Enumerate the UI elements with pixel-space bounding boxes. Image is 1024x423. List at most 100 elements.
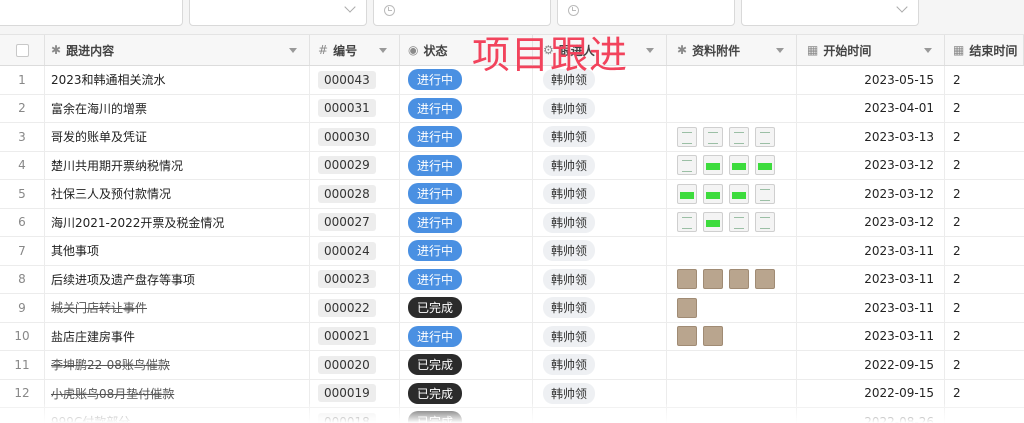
- row-status-cell[interactable]: 进行中: [400, 208, 533, 236]
- attachment-thumbnail[interactable]: [677, 155, 697, 176]
- row-code-cell[interactable]: 000030: [310, 123, 400, 151]
- attachment-thumbnail[interactable]: [703, 126, 723, 147]
- row-code-cell[interactable]: 000022: [310, 294, 400, 322]
- row-attachments-cell[interactable]: [667, 151, 797, 179]
- row-attachments-cell[interactable]: [667, 351, 797, 379]
- row-content-cell[interactable]: 哥发的账单及凭证: [45, 123, 310, 151]
- row-person-cell[interactable]: 韩帅领: [533, 237, 667, 265]
- row-status-cell[interactable]: 已完成: [400, 351, 533, 379]
- filter-select-2[interactable]: [741, 0, 919, 26]
- row-person-cell[interactable]: 韩帅领: [533, 151, 667, 179]
- table-row[interactable]: 10 盐店庄建房事件 000021 进行中 韩帅领 2023-03-11 2: [0, 322, 1024, 351]
- row-status-cell[interactable]: 进行中: [400, 265, 533, 293]
- row-attachments-cell[interactable]: [667, 379, 797, 407]
- attachment-thumbnail[interactable]: [703, 155, 723, 176]
- row-person-cell[interactable]: 韩帅领: [533, 322, 667, 350]
- row-status-cell[interactable]: 进行中: [400, 123, 533, 151]
- row-status-cell[interactable]: 已完成: [400, 379, 533, 407]
- sort-dropdown-icon[interactable]: [289, 48, 297, 53]
- table-row[interactable]: 9 城关门店转让事件 000022 已完成 韩帅领 2023-03-11 2: [0, 294, 1024, 323]
- row-code-cell[interactable]: 000019: [310, 379, 400, 407]
- row-attachments-cell[interactable]: [667, 180, 797, 208]
- row-person-cell[interactable]: 韩帅领: [533, 265, 667, 293]
- row-content-cell[interactable]: 海川2021-2022开票及税金情况: [45, 208, 310, 236]
- row-content-cell[interactable]: 城关门店转让事件: [45, 294, 310, 322]
- row-code-cell[interactable]: 000023: [310, 265, 400, 293]
- attachment-thumbnail[interactable]: [703, 183, 723, 204]
- row-status-cell[interactable]: 进行中: [400, 237, 533, 265]
- table-row[interactable]: 2 富余在海川的增票 000031 进行中 韩帅领 2023-04-01 2: [0, 94, 1024, 123]
- attachment-thumbnail[interactable]: [755, 183, 775, 204]
- row-person-cell[interactable]: 韩帅领: [533, 94, 667, 122]
- attachment-thumbnail[interactable]: [755, 269, 775, 290]
- row-content-cell[interactable]: 李坤鹏22-08账鸟催款: [45, 351, 310, 379]
- row-content-cell[interactable]: 社保三人及预付款情况: [45, 180, 310, 208]
- table-row[interactable]: 11 李坤鹏22-08账鸟催款 000020 已完成 韩帅领 2022-09-15 2: [0, 351, 1024, 380]
- table-row[interactable]: 6 海川2021-2022开票及税金情况 000027 进行中 韩帅领 2023-03-1…: [0, 208, 1024, 237]
- sort-dropdown-icon[interactable]: [924, 48, 932, 53]
- row-code-cell[interactable]: 000031: [310, 94, 400, 122]
- row-status-cell[interactable]: 进行中: [400, 180, 533, 208]
- attachment-thumbnail[interactable]: [729, 212, 749, 233]
- attachment-thumbnail[interactable]: [755, 212, 775, 233]
- column-header-attachments[interactable]: ✱ 资料附件: [667, 35, 797, 65]
- row-code-cell[interactable]: 000021: [310, 322, 400, 350]
- row-attachments-cell[interactable]: [667, 322, 797, 350]
- row-person-cell[interactable]: 韩帅领: [533, 123, 667, 151]
- row-attachments-cell[interactable]: [667, 294, 797, 322]
- row-attachments-cell[interactable]: [667, 66, 797, 94]
- column-header-start[interactable]: ▦ 开始时间: [797, 35, 945, 65]
- row-status-cell[interactable]: 进行中: [400, 151, 533, 179]
- attachment-thumbnail[interactable]: [755, 155, 775, 176]
- attachment-thumbnail[interactable]: [729, 183, 749, 204]
- row-person-cell[interactable]: 韩帅领: [533, 294, 667, 322]
- row-person-cell[interactable]: 韩帅领: [533, 351, 667, 379]
- row-code-cell[interactable]: 000020: [310, 351, 400, 379]
- sort-dropdown-icon[interactable]: [379, 48, 387, 53]
- attachment-thumbnail[interactable]: [703, 269, 723, 290]
- attachment-thumbnail[interactable]: [677, 183, 697, 204]
- column-header-code[interactable]: # 编号: [310, 35, 400, 65]
- row-content-cell[interactable]: 楚川共用期开票纳税情况: [45, 151, 310, 179]
- attachment-thumbnail[interactable]: [703, 212, 723, 233]
- row-content-cell[interactable]: 后续进项及遗产盘存等事项: [45, 265, 310, 293]
- row-code-cell[interactable]: 000027: [310, 208, 400, 236]
- filter-input[interactable]: [0, 0, 183, 26]
- attachment-thumbnail[interactable]: [677, 297, 697, 318]
- row-attachments-cell[interactable]: [667, 265, 797, 293]
- row-person-cell[interactable]: 韩帅领: [533, 379, 667, 407]
- row-person-cell[interactable]: 韩帅领: [533, 180, 667, 208]
- sort-dropdown-icon[interactable]: [646, 48, 654, 53]
- column-header-content[interactable]: ✱ 跟进内容: [45, 35, 310, 65]
- select-all-checkbox[interactable]: [15, 43, 29, 57]
- select-all-cell[interactable]: [0, 35, 45, 65]
- attachment-thumbnail[interactable]: [677, 326, 697, 347]
- attachment-thumbnail[interactable]: [677, 212, 697, 233]
- row-status-cell[interactable]: 进行中: [400, 94, 533, 122]
- table-row[interactable]: 3 哥发的账单及凭证 000030 进行中 韩帅领 2023-03-13 2: [0, 123, 1024, 152]
- row-content-cell[interactable]: 盐店庄建房事件: [45, 322, 310, 350]
- row-attachments-cell[interactable]: [667, 123, 797, 151]
- table-row[interactable]: 5 社保三人及预付款情况 000028 进行中 韩帅领 2023-03-12 2: [0, 180, 1024, 209]
- row-content-cell[interactable]: 其他事项: [45, 237, 310, 265]
- row-person-cell[interactable]: 韩帅领: [533, 208, 667, 236]
- end-date-filter[interactable]: [557, 0, 735, 26]
- attachment-thumbnail[interactable]: [729, 126, 749, 147]
- attachment-thumbnail[interactable]: [677, 126, 697, 147]
- attachment-thumbnail[interactable]: [755, 126, 775, 147]
- attachment-thumbnail[interactable]: [729, 155, 749, 176]
- column-header-end[interactable]: ▦ 结束时间: [945, 35, 1024, 65]
- row-attachments-cell[interactable]: [667, 94, 797, 122]
- table-row[interactable]: 4 楚川共用期开票纳税情况 000029 进行中 韩帅领 2023-03-12 2: [0, 151, 1024, 180]
- attachment-thumbnail[interactable]: [729, 269, 749, 290]
- filter-select[interactable]: [189, 0, 367, 26]
- table-row[interactable]: 7 其他事项 000024 进行中 韩帅领 2023-03-11 2: [0, 237, 1024, 266]
- row-attachments-cell[interactable]: [667, 237, 797, 265]
- row-code-cell[interactable]: 000028: [310, 180, 400, 208]
- row-content-cell[interactable]: 小虎账鸟08月垫付催款: [45, 379, 310, 407]
- row-status-cell[interactable]: 已完成: [400, 294, 533, 322]
- sort-dropdown-icon[interactable]: [776, 48, 784, 53]
- row-content-cell[interactable]: 2023和韩通相关流水: [45, 66, 310, 94]
- row-code-cell[interactable]: 000029: [310, 151, 400, 179]
- attachment-thumbnail[interactable]: [703, 326, 723, 347]
